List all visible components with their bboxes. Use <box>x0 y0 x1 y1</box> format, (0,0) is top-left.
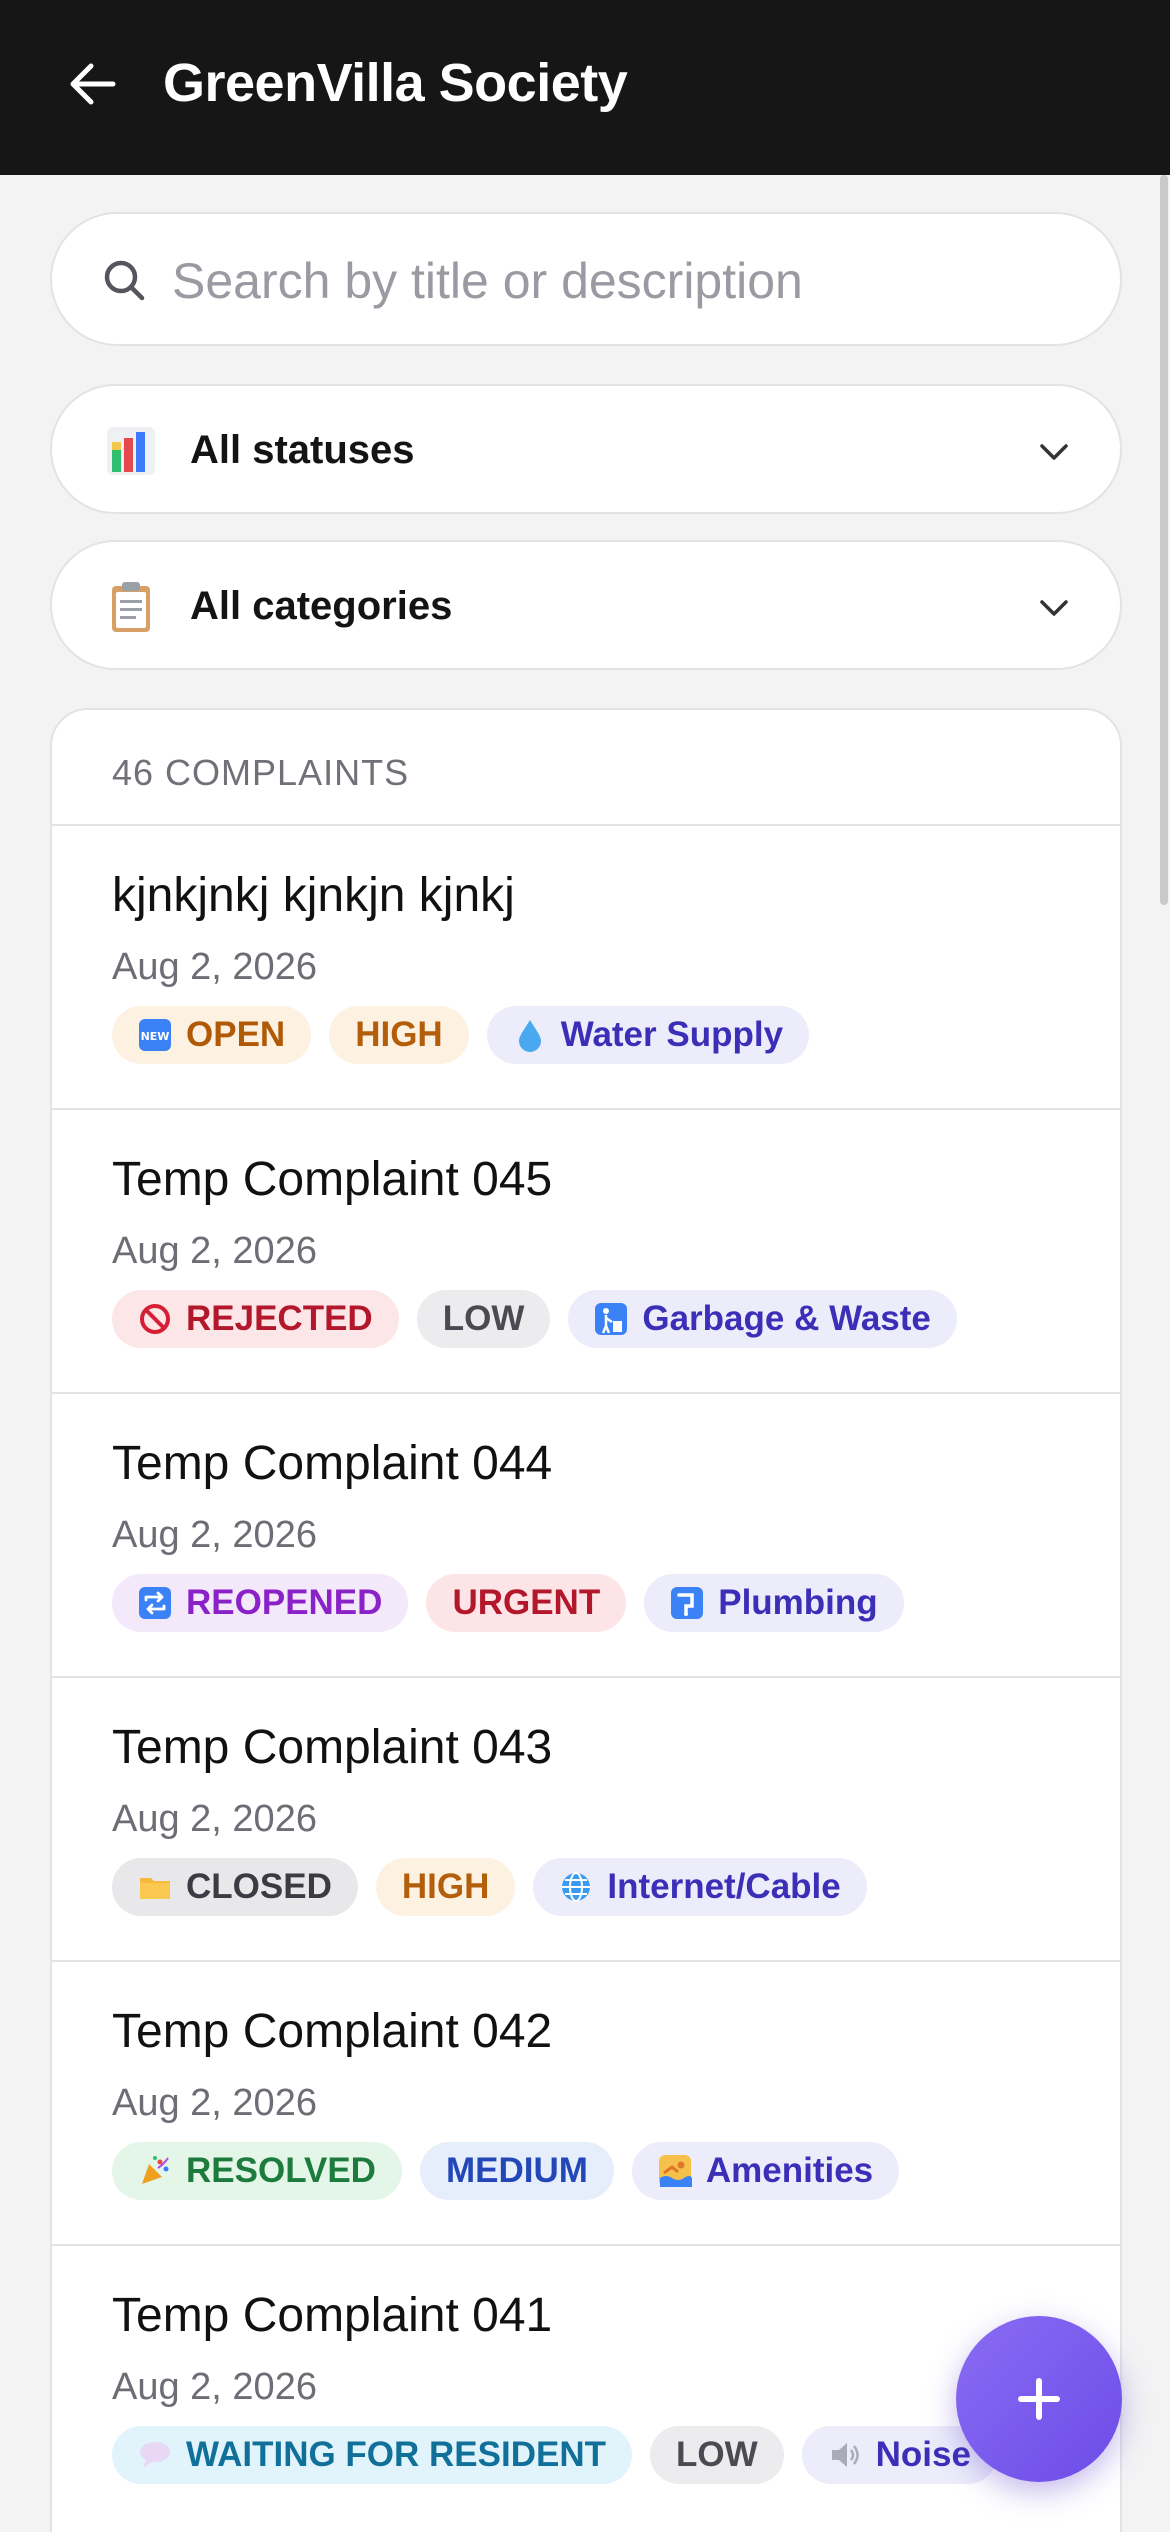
complaint-row[interactable]: Temp Complaint 043 Aug 2, 2026 CLOSED HI… <box>52 1676 1120 1960</box>
category-badge: Internet/Cable <box>533 1858 867 1916</box>
status-badge: CLOSED <box>112 1858 358 1916</box>
complaint-row[interactable]: kjnkjnkj kjnkjn kjnkj Aug 2, 2026 NEW OP… <box>52 824 1120 1108</box>
svg-text:NEW: NEW <box>141 1030 170 1043</box>
priority-label: HIGH <box>401 1867 490 1906</box>
clipboard-icon <box>112 582 150 632</box>
status-label: RESOLVED <box>186 2151 376 2190</box>
priority-badge: URGENT <box>426 1574 627 1632</box>
complaint-date: Aug 2, 2026 <box>112 2366 317 2408</box>
status-label: WAITING FOR RESIDENT <box>186 2435 606 2474</box>
status-badge: REOPENED <box>112 1574 409 1632</box>
top-app-bar: GreenVilla Society <box>0 0 1170 175</box>
category-label: Plumbing <box>718 1583 878 1622</box>
complaint-title: Temp Complaint 045 <box>112 1153 553 1206</box>
new-icon: NEW <box>138 1018 172 1052</box>
status-badge: NEW OPEN <box>112 1006 312 1064</box>
priority-label: URGENT <box>452 1583 601 1622</box>
category-badge: Amenities <box>631 2142 900 2200</box>
priority-badge: LOW <box>650 2426 784 2484</box>
complaint-row[interactable]: Temp Complaint 042 Aug 2, 2026 RESOLVED … <box>52 1960 1120 2244</box>
chevron-down-icon <box>1040 444 1068 460</box>
complaint-date: Aug 2, 2026 <box>112 1230 317 1272</box>
plus-icon <box>1018 2378 1060 2420</box>
complaints-list: 46 COMPLAINTS kjnkjnkj kjnkjn kjnkj Aug … <box>50 708 1122 2532</box>
category-filter-label: All categories <box>190 584 453 628</box>
complaint-date: Aug 2, 2026 <box>112 1798 317 1840</box>
droplet-icon <box>513 1018 547 1052</box>
complaint-title: Temp Complaint 044 <box>112 1437 553 1490</box>
complaint-title: Temp Complaint 043 <box>112 1721 553 1774</box>
add-complaint-button[interactable] <box>956 2316 1122 2482</box>
status-label: OPEN <box>186 1015 286 1054</box>
arrow-left-icon <box>70 63 116 105</box>
priority-label: MEDIUM <box>445 2151 588 2190</box>
status-badge: RESOLVED <box>112 2142 402 2200</box>
complaint-date: Aug 2, 2026 <box>112 2082 317 2124</box>
priority-badge: HIGH <box>375 1858 516 1916</box>
complaint-title: kjnkjnkj kjnkjn kjnkj <box>112 869 515 922</box>
status-badge: REJECTED <box>112 1290 399 1348</box>
priority-badge: MEDIUM <box>419 2142 614 2200</box>
plumbing-icon <box>670 1586 704 1620</box>
folder-icon <box>138 1870 172 1904</box>
status-label: CLOSED <box>186 1867 332 1906</box>
category-label: Amenities <box>705 2151 874 2190</box>
category-label: Noise <box>875 2435 971 2474</box>
status-filter-dropdown[interactable]: All statuses <box>50 384 1122 514</box>
search-icon <box>104 260 145 301</box>
priority-label: HIGH <box>355 1015 443 1054</box>
priority-badge: HIGH <box>329 1006 469 1064</box>
complaint-row[interactable]: Temp Complaint 044 Aug 2, 2026 REOPENED … <box>52 1392 1120 1676</box>
repeat-icon <box>138 1586 172 1620</box>
category-label: Internet/Cable <box>607 1867 841 1906</box>
chevron-down-icon <box>1040 600 1068 616</box>
complaint-date: Aug 2, 2026 <box>112 1514 317 1556</box>
search-input[interactable] <box>172 238 1072 324</box>
party-popper-icon <box>138 2154 172 2188</box>
scrollbar-thumb[interactable] <box>1160 175 1168 905</box>
category-badge: Plumbing <box>644 1574 904 1632</box>
category-badge: Garbage & Waste <box>568 1290 957 1348</box>
speaker-icon <box>828 2438 862 2472</box>
category-label: Water Supply <box>560 1015 784 1054</box>
category-badge: Water Supply <box>486 1006 810 1064</box>
app-root: GreenVilla Society All statuses <box>0 0 1170 2532</box>
complaints-count: 46 COMPLAINTS <box>112 752 410 793</box>
page-title: GreenVilla Society <box>163 53 628 113</box>
back-button[interactable] <box>52 44 132 124</box>
complaint-date: Aug 2, 2026 <box>112 946 317 988</box>
category-filter-dropdown[interactable]: All categories <box>50 540 1122 670</box>
priority-label: LOW <box>442 1299 525 1338</box>
status-label: REOPENED <box>186 1583 383 1622</box>
complaint-title: Temp Complaint 041 <box>112 2289 553 2342</box>
speech-bubble-icon <box>138 2438 172 2472</box>
complaint-title: Temp Complaint 042 <box>112 2005 553 2058</box>
prohibited-icon <box>138 1302 172 1336</box>
priority-label: LOW <box>676 2435 758 2474</box>
category-label: Garbage & Waste <box>642 1299 931 1338</box>
status-filter-label: All statuses <box>190 428 415 472</box>
search-bar[interactable] <box>50 212 1122 346</box>
swimmer-icon <box>658 2154 692 2188</box>
priority-badge: LOW <box>416 1290 551 1348</box>
bar-chart-icon <box>107 427 155 475</box>
globe-icon <box>559 1870 593 1904</box>
status-label: REJECTED <box>186 1299 373 1338</box>
trash-bin-icon <box>594 1302 628 1336</box>
status-badge: WAITING FOR RESIDENT <box>112 2426 632 2484</box>
complaint-row[interactable]: Temp Complaint 045 Aug 2, 2026 REJECTED … <box>52 1108 1120 1392</box>
